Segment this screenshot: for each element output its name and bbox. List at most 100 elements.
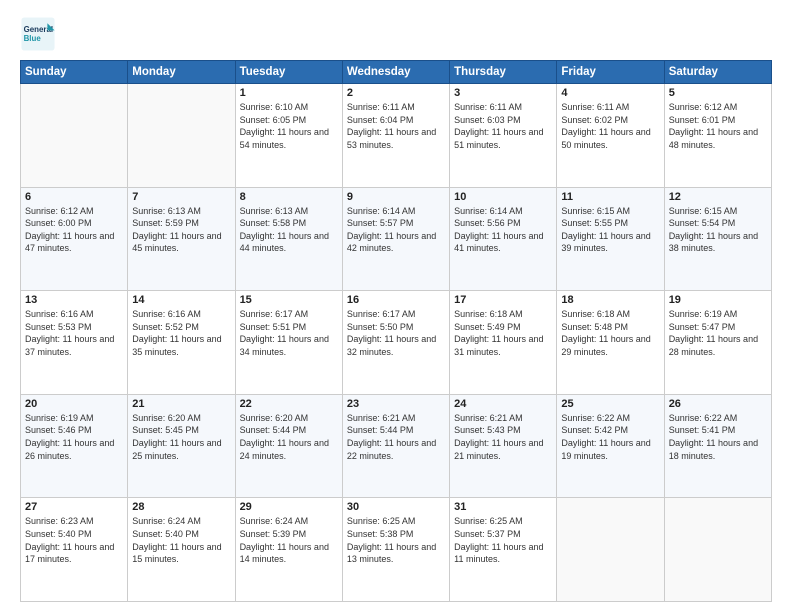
cell-info: Sunrise: 6:17 AM Sunset: 5:51 PM Dayligh… [240, 308, 338, 358]
day-number: 16 [347, 294, 445, 306]
day-number: 5 [669, 87, 767, 99]
cell-info: Sunrise: 6:16 AM Sunset: 5:53 PM Dayligh… [25, 308, 123, 358]
day-number: 22 [240, 398, 338, 410]
calendar-cell: 29 Sunrise: 6:24 AM Sunset: 5:39 PM Dayli… [235, 498, 342, 602]
weekday-header-thursday: Thursday [450, 61, 557, 84]
cell-info: Sunrise: 6:13 AM Sunset: 5:59 PM Dayligh… [132, 205, 230, 255]
day-number: 20 [25, 398, 123, 410]
page: General Blue SundayMondayTuesdayWednesda… [0, 0, 792, 612]
calendar-cell: 26 Sunrise: 6:22 AM Sunset: 5:41 PM Dayli… [664, 394, 771, 498]
weekday-header-row: SundayMondayTuesdayWednesdayThursdayFrid… [21, 61, 772, 84]
cell-info: Sunrise: 6:24 AM Sunset: 5:40 PM Dayligh… [132, 515, 230, 565]
day-number: 4 [561, 87, 659, 99]
logo-icon: General Blue [20, 16, 56, 52]
day-number: 6 [25, 191, 123, 203]
cell-info: Sunrise: 6:19 AM Sunset: 5:46 PM Dayligh… [25, 412, 123, 462]
cell-info: Sunrise: 6:21 AM Sunset: 5:43 PM Dayligh… [454, 412, 552, 462]
day-number: 7 [132, 191, 230, 203]
calendar-cell: 20 Sunrise: 6:19 AM Sunset: 5:46 PM Dayli… [21, 394, 128, 498]
calendar-cell: 17 Sunrise: 6:18 AM Sunset: 5:49 PM Dayli… [450, 291, 557, 395]
calendar-cell: 12 Sunrise: 6:15 AM Sunset: 5:54 PM Dayli… [664, 187, 771, 291]
cell-info: Sunrise: 6:11 AM Sunset: 6:04 PM Dayligh… [347, 101, 445, 151]
calendar-cell: 27 Sunrise: 6:23 AM Sunset: 5:40 PM Dayli… [21, 498, 128, 602]
cell-info: Sunrise: 6:14 AM Sunset: 5:57 PM Dayligh… [347, 205, 445, 255]
day-number: 13 [25, 294, 123, 306]
calendar-cell: 6 Sunrise: 6:12 AM Sunset: 6:00 PM Daylig… [21, 187, 128, 291]
calendar-week-row: 27 Sunrise: 6:23 AM Sunset: 5:40 PM Dayli… [21, 498, 772, 602]
calendar-cell: 1 Sunrise: 6:10 AM Sunset: 6:05 PM Daylig… [235, 84, 342, 188]
day-number: 10 [454, 191, 552, 203]
calendar-cell: 9Sunrise: 6:14 AM Sunset: 5:57 PM Daylig… [342, 187, 449, 291]
calendar-cell: 18Sunrise: 6:18 AM Sunset: 5:48 PM Dayli… [557, 291, 664, 395]
cell-info: Sunrise: 6:22 AM Sunset: 5:42 PM Dayligh… [561, 412, 659, 462]
calendar-cell: 31 Sunrise: 6:25 AM Sunset: 5:37 PM Dayli… [450, 498, 557, 602]
day-number: 24 [454, 398, 552, 410]
cell-info: Sunrise: 6:13 AM Sunset: 5:58 PM Dayligh… [240, 205, 338, 255]
day-number: 28 [132, 501, 230, 513]
logo: General Blue [20, 16, 56, 52]
calendar-cell: 16 Sunrise: 6:17 AM Sunset: 5:50 PM Dayli… [342, 291, 449, 395]
day-number: 14 [132, 294, 230, 306]
calendar-cell: 8Sunrise: 6:13 AM Sunset: 5:58 PM Daylig… [235, 187, 342, 291]
cell-info: Sunrise: 6:24 AM Sunset: 5:39 PM Dayligh… [240, 515, 338, 565]
calendar-cell: 10Sunrise: 6:14 AM Sunset: 5:56 PM Dayli… [450, 187, 557, 291]
day-number: 26 [669, 398, 767, 410]
cell-info: Sunrise: 6:18 AM Sunset: 5:48 PM Dayligh… [561, 308, 659, 358]
calendar-cell [128, 84, 235, 188]
weekday-header-friday: Friday [557, 61, 664, 84]
cell-info: Sunrise: 6:11 AM Sunset: 6:02 PM Dayligh… [561, 101, 659, 151]
cell-info: Sunrise: 6:12 AM Sunset: 6:00 PM Dayligh… [25, 205, 123, 255]
calendar-cell: 15 Sunrise: 6:17 AM Sunset: 5:51 PM Dayli… [235, 291, 342, 395]
calendar-cell: 2 Sunrise: 6:11 AM Sunset: 6:04 PM Daylig… [342, 84, 449, 188]
day-number: 17 [454, 294, 552, 306]
day-number: 3 [454, 87, 552, 99]
day-number: 21 [132, 398, 230, 410]
cell-info: Sunrise: 6:15 AM Sunset: 5:55 PM Dayligh… [561, 205, 659, 255]
cell-info: Sunrise: 6:12 AM Sunset: 6:01 PM Dayligh… [669, 101, 767, 151]
cell-info: Sunrise: 6:11 AM Sunset: 6:03 PM Dayligh… [454, 101, 552, 151]
calendar-week-row: 6 Sunrise: 6:12 AM Sunset: 6:00 PM Daylig… [21, 187, 772, 291]
cell-info: Sunrise: 6:15 AM Sunset: 5:54 PM Dayligh… [669, 205, 767, 255]
cell-info: Sunrise: 6:17 AM Sunset: 5:50 PM Dayligh… [347, 308, 445, 358]
cell-info: Sunrise: 6:18 AM Sunset: 5:49 PM Dayligh… [454, 308, 552, 358]
cell-info: Sunrise: 6:23 AM Sunset: 5:40 PM Dayligh… [25, 515, 123, 565]
cell-info: Sunrise: 6:10 AM Sunset: 6:05 PM Dayligh… [240, 101, 338, 151]
weekday-header-saturday: Saturday [664, 61, 771, 84]
cell-info: Sunrise: 6:20 AM Sunset: 5:45 PM Dayligh… [132, 412, 230, 462]
day-number: 23 [347, 398, 445, 410]
svg-text:Blue: Blue [24, 34, 42, 43]
day-number: 25 [561, 398, 659, 410]
cell-info: Sunrise: 6:22 AM Sunset: 5:41 PM Dayligh… [669, 412, 767, 462]
weekday-header-monday: Monday [128, 61, 235, 84]
cell-info: Sunrise: 6:25 AM Sunset: 5:37 PM Dayligh… [454, 515, 552, 565]
cell-info: Sunrise: 6:25 AM Sunset: 5:38 PM Dayligh… [347, 515, 445, 565]
calendar-cell: 5 Sunrise: 6:12 AM Sunset: 6:01 PM Daylig… [664, 84, 771, 188]
day-number: 29 [240, 501, 338, 513]
calendar-week-row: 20 Sunrise: 6:19 AM Sunset: 5:46 PM Dayli… [21, 394, 772, 498]
calendar-cell: 28 Sunrise: 6:24 AM Sunset: 5:40 PM Dayli… [128, 498, 235, 602]
calendar-week-row: 1 Sunrise: 6:10 AM Sunset: 6:05 PM Daylig… [21, 84, 772, 188]
calendar-cell: 7 Sunrise: 6:13 AM Sunset: 5:59 PM Daylig… [128, 187, 235, 291]
calendar-cell [664, 498, 771, 602]
cell-info: Sunrise: 6:19 AM Sunset: 5:47 PM Dayligh… [669, 308, 767, 358]
cell-info: Sunrise: 6:21 AM Sunset: 5:44 PM Dayligh… [347, 412, 445, 462]
day-number: 31 [454, 501, 552, 513]
day-number: 27 [25, 501, 123, 513]
day-number: 15 [240, 294, 338, 306]
calendar-cell: 23 Sunrise: 6:21 AM Sunset: 5:44 PM Dayli… [342, 394, 449, 498]
calendar-cell: 19 Sunrise: 6:19 AM Sunset: 5:47 PM Dayli… [664, 291, 771, 395]
day-number: 1 [240, 87, 338, 99]
calendar-cell: 21 Sunrise: 6:20 AM Sunset: 5:45 PM Dayli… [128, 394, 235, 498]
cell-info: Sunrise: 6:20 AM Sunset: 5:44 PM Dayligh… [240, 412, 338, 462]
header: General Blue [20, 16, 772, 52]
calendar-cell: 13 Sunrise: 6:16 AM Sunset: 5:53 PM Dayli… [21, 291, 128, 395]
calendar-cell: 25 Sunrise: 6:22 AM Sunset: 5:42 PM Dayli… [557, 394, 664, 498]
weekday-header-tuesday: Tuesday [235, 61, 342, 84]
calendar-cell: 24 Sunrise: 6:21 AM Sunset: 5:43 PM Dayli… [450, 394, 557, 498]
calendar-cell: 22 Sunrise: 6:20 AM Sunset: 5:44 PM Dayli… [235, 394, 342, 498]
day-number: 19 [669, 294, 767, 306]
calendar-cell: 30Sunrise: 6:25 AM Sunset: 5:38 PM Dayli… [342, 498, 449, 602]
day-number: 2 [347, 87, 445, 99]
day-number: 12 [669, 191, 767, 203]
day-number: 11 [561, 191, 659, 203]
